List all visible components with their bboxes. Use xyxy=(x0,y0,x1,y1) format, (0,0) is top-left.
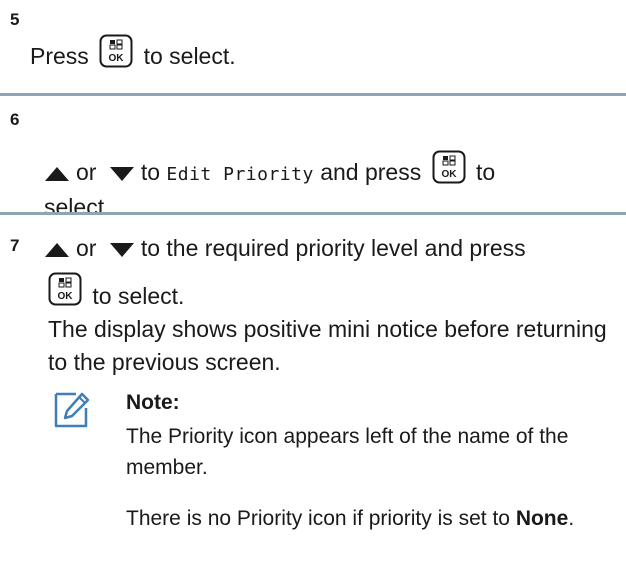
step-number: 5 xyxy=(10,10,20,29)
ok-menu-button-icon: OK xyxy=(99,34,133,68)
or-label: or xyxy=(76,235,97,261)
step-7-line2: OK to select. xyxy=(48,272,618,313)
and-press-label: and press xyxy=(320,159,422,185)
step-7-line1: or to the required priority level and pr… xyxy=(44,232,614,265)
press-label: Press xyxy=(30,43,89,69)
up-arrow-icon xyxy=(45,166,69,181)
note-period: . xyxy=(568,507,575,530)
select-tail-label: select. xyxy=(44,194,111,220)
svg-text:OK: OK xyxy=(441,169,457,180)
svg-text:OK: OK xyxy=(109,53,125,64)
step-5-text: Press OK to select. xyxy=(30,34,600,73)
to-tail-label: to xyxy=(476,159,496,185)
to-select-label: to select. xyxy=(92,283,185,309)
step-divider xyxy=(0,212,626,215)
step-7-result: The display shows positive mini notice b… xyxy=(48,316,607,375)
note-none-value: None xyxy=(515,507,569,530)
svg-text:OK: OK xyxy=(58,291,74,302)
down-arrow-icon xyxy=(109,166,134,181)
to-label: to xyxy=(140,159,161,185)
note-pencil-icon xyxy=(54,392,90,428)
ok-menu-button-icon: OK xyxy=(48,272,82,306)
step-number: 7 xyxy=(10,236,20,255)
to-select-label: to select. xyxy=(143,43,236,69)
priority-instruction: to the required priority level and press xyxy=(140,235,526,261)
note-para2-text: There is no Priority icon if priority is… xyxy=(126,507,510,530)
or-label: or xyxy=(76,159,97,185)
menu-item-edit-priority: Edit Priority xyxy=(166,164,314,185)
up-arrow-icon xyxy=(45,242,69,257)
procedure-page: 5 Press OK to select. 6 or to Edit Prior… xyxy=(0,0,626,566)
note-heading: Note: xyxy=(126,391,180,414)
down-arrow-icon xyxy=(109,242,134,257)
ok-menu-button-icon: OK xyxy=(432,150,466,184)
step-number: 6 xyxy=(10,110,20,129)
step-divider xyxy=(0,93,626,96)
note-paragraph-1: The Priority icon appears left of the na… xyxy=(126,425,569,479)
note-paragraph-2: There is no Priority icon if priority is… xyxy=(126,503,626,534)
